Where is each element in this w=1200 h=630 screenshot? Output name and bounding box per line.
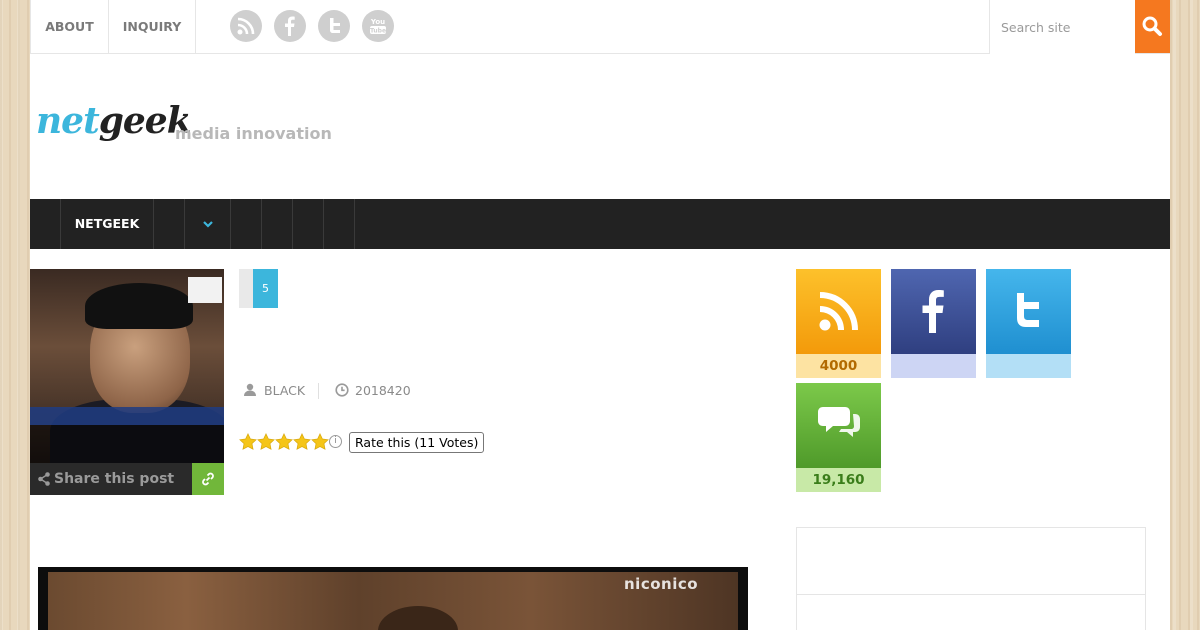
facebook-count: [891, 354, 976, 378]
nav-spacer: [30, 199, 61, 249]
star-icon: [311, 433, 329, 450]
twitter-count: [986, 354, 1071, 378]
twitter-icon[interactable]: [318, 10, 350, 42]
rss-icon[interactable]: [230, 10, 262, 42]
about-link[interactable]: ABOUT: [30, 0, 108, 54]
comments-count: 19,160: [796, 468, 881, 492]
rss-count: 4000: [796, 354, 881, 378]
search-input[interactable]: [989, 0, 1135, 54]
post-author[interactable]: BLACK: [243, 382, 305, 400]
nav-item-label: NETGEEK: [74, 216, 140, 231]
info-icon[interactable]: i: [329, 435, 342, 448]
rss-icon: [819, 292, 858, 331]
site-logo[interactable]: netgeek: [36, 100, 192, 142]
search-button[interactable]: [1135, 0, 1170, 53]
comments-icon: [817, 407, 860, 437]
user-icon: [244, 383, 256, 396]
page: ABOUT INQUIRY You Tube netgeek media inno…: [30, 0, 1170, 630]
inquiry-link[interactable]: INQUIRY: [108, 0, 196, 54]
rate-tooltip: Rate this (11 Votes): [349, 432, 485, 453]
video-player[interactable]: niconico: [38, 567, 748, 630]
svg-text:Tube: Tube: [370, 28, 386, 35]
nav-item-blank-5[interactable]: [324, 199, 355, 249]
star-icon: [275, 433, 293, 450]
post-thumbnail[interactable]: [30, 269, 224, 463]
facebook-icon[interactable]: [274, 10, 306, 42]
sidebar-facebook-button[interactable]: [891, 269, 976, 354]
main-nav: NETGEEK: [30, 199, 1170, 249]
clock-icon: [335, 383, 349, 397]
facebook-icon: [922, 290, 944, 333]
star-icon: [293, 433, 311, 450]
share-post-button[interactable]: Share this post: [30, 463, 192, 495]
svg-text:You: You: [370, 18, 385, 26]
youtube-icon[interactable]: You Tube: [362, 10, 394, 42]
sidebar-comments-button[interactable]: [796, 383, 881, 468]
star-icon: [239, 433, 257, 450]
post-date: 2018420: [335, 382, 411, 400]
niconico-watermark: niconico: [624, 575, 699, 593]
nav-item-blank-3[interactable]: [262, 199, 293, 249]
author-name: BLACK: [264, 383, 306, 398]
chevron-down-icon: [203, 221, 213, 228]
comment-count-badge[interactable]: 5: [253, 269, 278, 308]
nav-item-netgeek[interactable]: NETGEEK: [61, 199, 154, 249]
share-label: Share this post: [54, 471, 175, 487]
nav-dropdown[interactable]: [185, 199, 231, 249]
site-tagline: media innovation: [175, 124, 332, 143]
sidebar-twitter-button[interactable]: [986, 269, 1071, 354]
star-icon: [257, 433, 275, 450]
category-tag[interactable]: [239, 269, 253, 308]
logo-net: net: [36, 100, 100, 142]
search-icon: [1142, 16, 1162, 36]
sidebar-widget: [796, 527, 1146, 630]
permalink-button[interactable]: [192, 463, 224, 495]
sidebar-rss-button[interactable]: [796, 269, 881, 354]
twitter-icon: [1016, 293, 1039, 327]
date-text: 2018420: [355, 383, 411, 398]
nav-item-blank-1[interactable]: [154, 199, 185, 249]
share-icon: [38, 472, 50, 486]
top-bar: ABOUT INQUIRY You Tube: [30, 0, 1170, 54]
link-icon: [202, 472, 214, 486]
nav-item-blank-2[interactable]: [231, 199, 262, 249]
nav-item-blank-4[interactable]: [293, 199, 324, 249]
